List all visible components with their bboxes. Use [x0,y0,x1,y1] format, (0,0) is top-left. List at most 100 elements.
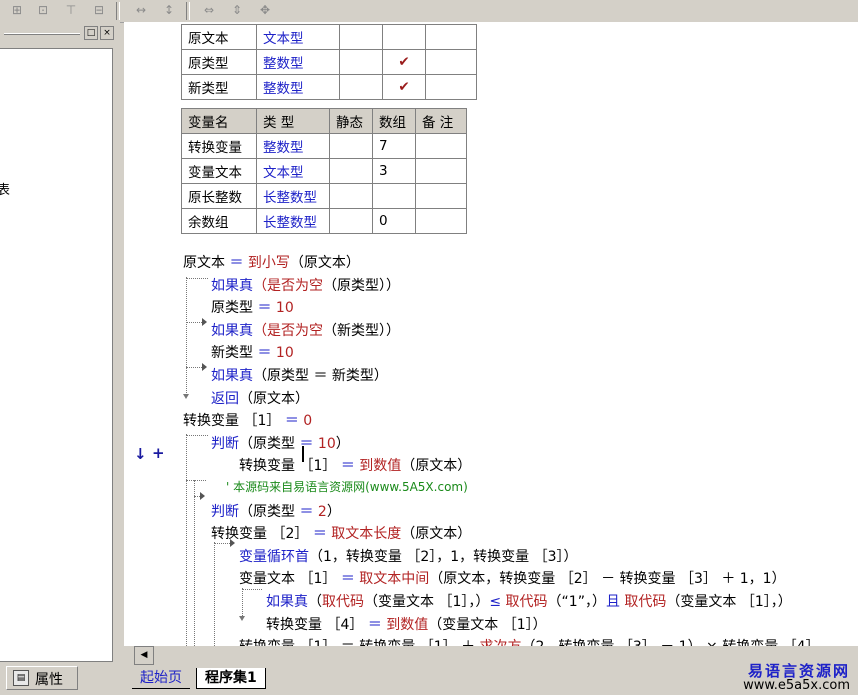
code-token: （原类型 ＝ 新类型） [253,368,388,384]
param-nullable: ✔ [382,49,426,75]
code-line[interactable]: 转换变量 ［2］ ＝ 取文本长度（原文本） [211,523,471,543]
param-name: 新类型 [181,74,257,100]
table-row[interactable]: 原文本 文本型 [181,24,477,50]
code-token: （原类型 [239,435,300,452]
align-top-icon[interactable]: ⊤ [62,2,80,19]
flow-line [186,322,202,323]
local-static [329,133,373,159]
code-line[interactable]: 返回（原文本） [211,388,309,408]
code-line[interactable]: 如果真（是否为空（原类型）） [211,275,400,295]
code-line[interactable]: 转换变量 ［1］ ＝ 到数值（原文本） [239,455,471,475]
param-name: 原文本 [181,24,257,50]
local-note [415,208,467,234]
tab-start-page[interactable]: 起始页 [132,668,190,689]
code-line[interactable]: 如果真（原类型 ＝ 新类型） [211,365,388,385]
code-line[interactable]: ' 本源码来自易语言资源网(www.5A5X.com) [226,478,468,495]
code-token: （原文本） [401,458,472,475]
table-row[interactable]: 余数组 长整数型 0 [181,208,467,234]
code-token: （原类型 [239,503,300,520]
header-static: 静态 [329,108,373,134]
align-middle-icon[interactable]: ⊟ [90,2,108,19]
code-token: （是否为空 [253,277,323,294]
code-line[interactable]: 原文本 ＝ 到小写（原文本） [183,252,360,272]
code-line[interactable]: 变量循环首（1，转换变量 ［2］，1，转换变量 ［3］） [239,546,578,566]
local-static [329,158,373,184]
code-token: 到数值 [359,458,402,475]
code-editor[interactable]: ↓ + 原文本 文本型 原类型 整数型 ✔ 新类型 整数型 ✔ 变量名 类 型 … [124,22,858,646]
code-token: （原文本） [289,255,360,271]
panel-grip[interactable] [4,33,80,35]
table-row[interactable]: 转换变量 整数型 7 [181,133,467,159]
flow-line [242,588,243,616]
code-token: 如果真 [211,368,253,384]
properties-tab[interactable]: ▤ 属性 [6,666,78,690]
flow-line [186,367,202,368]
table-row[interactable]: 变量文本 文本型 3 [181,158,467,184]
vertical-space-icon[interactable]: ⇕ [228,2,246,19]
code-line[interactable]: 判断（原类型 ＝ 2） [211,501,341,521]
header-name: 变量名 [181,108,257,134]
code-line[interactable]: 如果真（是否为空（新类型）） [211,320,400,340]
code-token: ≤ [489,594,506,610]
flow-line [186,277,187,397]
code-token: ＝ [229,255,248,271]
header-type: 类 型 [256,108,330,134]
horizontal-space-icon[interactable]: ⇔ [200,2,218,19]
param-ref [339,74,383,100]
align-left-icon[interactable]: ⊞ [8,2,26,19]
same-height-icon[interactable]: ↕ [160,2,178,19]
truncated-text: 表 [0,183,11,198]
table-row[interactable]: 原长整数 长整数型 [181,183,467,209]
local-note [415,183,467,209]
same-width-icon[interactable]: ↔ [132,2,150,19]
code-line[interactable]: 转换变量 ［4］ ＝ 到数值（变量文本 ［1］） [266,614,547,634]
code-token: ＝ [312,526,332,543]
code-line[interactable]: 原类型 ＝ 10 [211,297,294,317]
code-token: （ [308,594,322,610]
code-line[interactable]: 转换变量 ［1］ ＝ 0 [183,410,312,430]
code-line[interactable]: 变量文本 ［1］ ＝ 取文本中间（原文本，转换变量 ［2］ － 转换变量 ［3］… [239,568,786,588]
align-center-icon[interactable]: ⊡ [34,2,52,19]
left-panel-body: 表 [0,48,113,662]
code-token: （变量文本 ［1］） [428,616,547,633]
code-line[interactable]: 新类型 ＝ 10 [211,342,294,362]
toolbar: ⊞ ⊡ ⊤ ⊟ ↔ ↕ ⇔ ⇕ ✥ [0,0,858,23]
param-note [425,49,477,75]
flow-line [214,542,215,646]
param-nullable: ✔ [382,74,426,100]
scroll-left-icon[interactable]: ◀ [134,646,154,665]
local-static [329,183,373,209]
flow-line [194,480,195,646]
code-token: 判断 [211,435,239,452]
code-line[interactable]: 判断（原类型 ＝ 10） [211,433,350,453]
code-line[interactable]: 如果真（取代码（变量文本 ［1］，）≤ 取代码（“1”，）且 取代码（变量文本 … [266,591,792,611]
code-token: 原文本 [183,255,230,271]
restore-icon[interactable]: □ [84,26,98,40]
properties-icon: ▤ [13,670,29,686]
text-caret [302,446,304,462]
local-note [415,133,467,159]
code-token: （是否为空 [253,322,323,339]
code-token: ＝ [284,413,304,430]
toolbar-separator [186,2,190,20]
code-token: 判断 [211,503,239,520]
center-in-form-icon[interactable]: ✥ [256,2,274,19]
table-header-row: 变量名 类 型 静态 数组 备 注 [181,108,467,134]
code-token: （原文本） [401,526,472,543]
tab-program-set[interactable]: 程序集1 [196,668,266,689]
code-token: ） [335,435,350,452]
code-token: 转换变量 ［1］ ＝ 转换变量 ［1］ ＋ [239,639,480,646]
table-row[interactable]: 原类型 整数型 ✔ [181,49,477,75]
close-icon[interactable]: × [100,26,114,40]
toolbar-separator [116,2,120,20]
flow-arrow-icon [183,394,189,399]
left-panel-titlebar: □ × [0,26,116,42]
code-token: （变量文本 ［1］，） [666,594,792,610]
code-line[interactable]: 转换变量 ［1］ ＝ 转换变量 ［1］ ＋ 求次方（2，转换变量 ［3］ － 1… [239,636,820,646]
code-token: 10 [317,435,336,452]
local-type: 整数型 [256,133,330,159]
breakpoint-plus-icon[interactable]: + [152,444,165,462]
local-static [329,208,373,234]
code-token: 新类型 [211,345,258,362]
table-row[interactable]: 新类型 整数型 ✔ [181,74,477,100]
